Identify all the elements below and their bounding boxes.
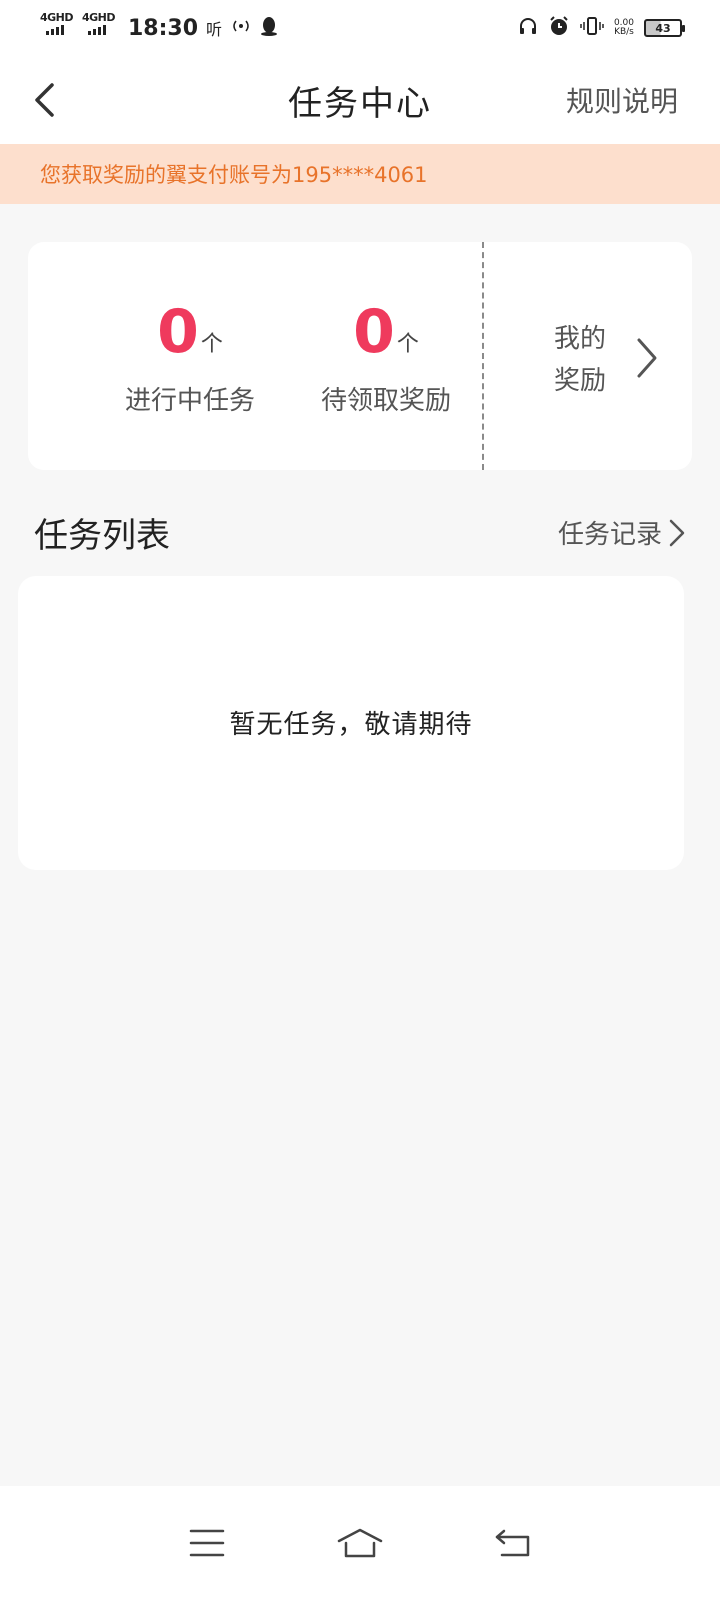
alarm-icon: [548, 15, 570, 41]
ting-icon: 听: [206, 20, 223, 39]
status-bar: 4GHD 4GHD 18:30 听 0.00 KB/s 43: [0, 0, 720, 56]
app-header: 任务中心 规则说明: [0, 56, 720, 144]
stat-in-progress-unit: 个: [200, 332, 223, 357]
chevron-right-icon: [669, 519, 685, 546]
stat-in-progress[interactable]: 0 个 进行中任务: [100, 298, 280, 417]
return-icon: [496, 1529, 530, 1557]
task-list-card: 暂无任务，敬请期待: [18, 576, 684, 870]
status-left: 4GHD 4GHD 18:30 听: [40, 11, 278, 43]
task-records-link[interactable]: 任务记录: [558, 514, 686, 551]
headphones-icon: [518, 16, 538, 40]
stat-pending[interactable]: 0 个 待领取奖励: [296, 298, 476, 417]
clock: 18:30: [128, 15, 199, 41]
vibrate-icon: [580, 16, 604, 40]
my-rewards-label: 我的奖励: [554, 324, 607, 396]
menu-icon: [189, 1529, 224, 1557]
home-button[interactable]: [330, 1513, 390, 1573]
stat-in-progress-label: 进行中任务: [124, 386, 255, 416]
account-notice: 您获取奖励的翼支付账号为195****4061: [0, 144, 720, 204]
network-speed: 0.00 KB/s: [614, 19, 634, 37]
chevron-left-icon: [35, 83, 54, 117]
task-records-label: 任务记录: [557, 520, 662, 550]
chevron-right-icon: [637, 338, 657, 378]
stat-pending-label: 待领取奖励: [320, 386, 451, 416]
stats-card: 0 个 进行中任务 0 个 待领取奖励 我的奖励: [28, 242, 692, 470]
page-title: 任务中心: [288, 83, 432, 124]
signal-icon-1: 4GHD: [40, 11, 74, 43]
qq-icon: [260, 16, 278, 40]
account-notice-text: 您获取奖励的翼支付账号为195****4061: [40, 163, 428, 187]
stat-in-progress-number: 0 个: [100, 298, 280, 362]
hotspot-icon: [230, 18, 252, 38]
stat-pending-number: 0 个: [296, 298, 476, 362]
rules-button[interactable]: 规则说明: [566, 80, 678, 120]
empty-state-text: 暂无任务，敬请期待: [229, 709, 473, 740]
menu-button[interactable]: [177, 1513, 237, 1573]
status-right: 0.00 KB/s 43: [518, 15, 685, 41]
home-icon: [337, 1528, 383, 1558]
speed-unit: KB/s: [614, 27, 634, 37]
my-rewards-button[interactable]: 我的奖励: [484, 242, 692, 470]
network-type-2: 4GHD: [82, 11, 116, 24]
signal-icon-2: 4GHD: [82, 11, 116, 43]
stat-pending-unit: 个: [396, 332, 419, 357]
back-button[interactable]: [22, 78, 66, 122]
battery-level: 43: [655, 21, 671, 35]
back-nav-button[interactable]: [483, 1513, 543, 1573]
network-type-1: 4GHD: [40, 11, 74, 24]
task-center-screen: 4GHD 4GHD 18:30 听 0.00 KB/s 43 任务中心 规则说明…: [0, 0, 720, 1600]
system-nav-bar: [0, 1486, 720, 1600]
battery-icon: 43: [644, 19, 685, 37]
stat-in-progress-value: 0: [157, 297, 199, 367]
task-list-title: 任务列表: [34, 516, 170, 556]
stat-pending-value: 0: [353, 297, 395, 367]
